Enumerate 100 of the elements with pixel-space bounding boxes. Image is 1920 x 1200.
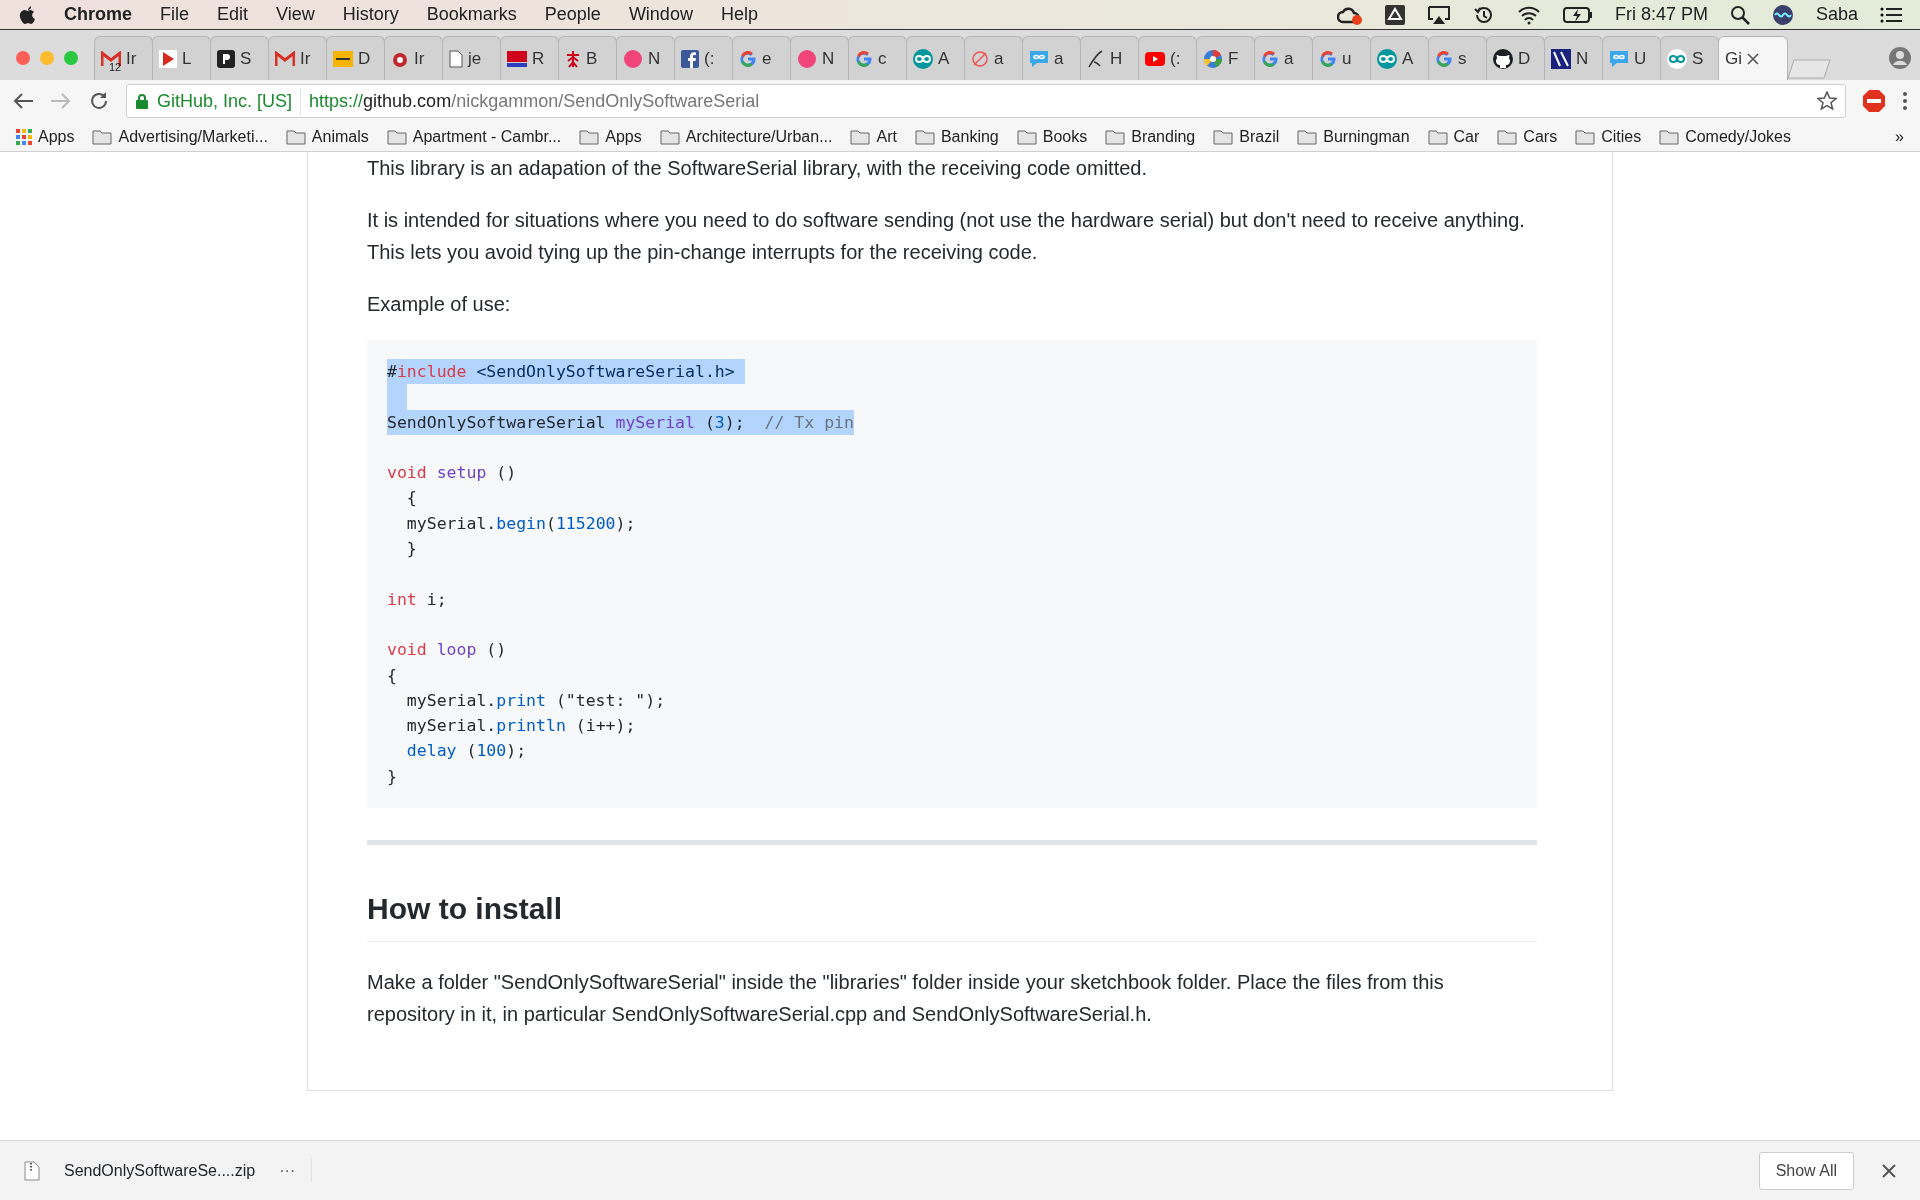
folder-icon[interactable] bbox=[386, 128, 407, 145]
code-line: { bbox=[405, 487, 418, 510]
lock-icon bbox=[135, 93, 149, 109]
star-icon[interactable] bbox=[1817, 91, 1837, 111]
bookmark-item[interactable]: Car bbox=[1453, 124, 1480, 149]
browser-tab[interactable]: U bbox=[1602, 36, 1661, 80]
bookmark-item[interactable]: Branding bbox=[1131, 124, 1196, 149]
download-file-name[interactable]: SendOnlySoftwareSe....zip bbox=[64, 1158, 256, 1183]
folder-icon[interactable] bbox=[92, 128, 113, 145]
menu-item[interactable]: Edit bbox=[217, 1, 249, 28]
bookmark-item[interactable]: Apps bbox=[605, 124, 642, 149]
folder-icon[interactable] bbox=[1016, 128, 1037, 145]
menu-item[interactable]: History bbox=[342, 1, 399, 28]
bookmark-item[interactable]: Banking bbox=[940, 124, 999, 149]
browser-tab[interactable]: L bbox=[152, 36, 211, 80]
folder-icon[interactable] bbox=[1427, 128, 1448, 145]
menu-item[interactable]: File bbox=[160, 1, 190, 28]
list-icon[interactable] bbox=[1880, 5, 1902, 24]
siri-icon[interactable] bbox=[1771, 3, 1794, 26]
browser-tab[interactable]: H bbox=[1080, 36, 1139, 80]
folder-icon[interactable] bbox=[1659, 128, 1680, 145]
bookmark-item[interactable]: Cities bbox=[1601, 124, 1642, 149]
user-name[interactable]: Saba bbox=[1815, 1, 1858, 28]
folder-icon[interactable] bbox=[285, 128, 306, 145]
menu-item[interactable]: Help bbox=[720, 1, 758, 28]
forward-icon[interactable] bbox=[50, 91, 72, 111]
bookmarks-overflow-button[interactable]: » bbox=[1895, 124, 1904, 149]
bookmark-item[interactable]: Advertising/Marketi... bbox=[118, 124, 268, 149]
code-line: } bbox=[405, 538, 418, 561]
drive-icon[interactable] bbox=[1384, 4, 1405, 25]
browser-tab[interactable]: D bbox=[1486, 36, 1545, 80]
bookmark-item[interactable]: Brazil bbox=[1239, 124, 1280, 149]
browser-tab[interactable]: N bbox=[616, 36, 675, 80]
close-icon[interactable] bbox=[1882, 1163, 1896, 1178]
apps-grid-icon[interactable] bbox=[16, 128, 32, 145]
menu-item[interactable]: Window bbox=[628, 1, 693, 28]
browser-tab[interactable]: s bbox=[1428, 36, 1487, 80]
folder-icon[interactable] bbox=[1297, 128, 1318, 145]
bookmark-item[interactable]: Comedy/Jokes bbox=[1685, 124, 1791, 149]
screen-share-icon[interactable] bbox=[1426, 4, 1451, 25]
bookmark-item[interactable]: Apps bbox=[38, 124, 75, 149]
browser-tab[interactable]: A bbox=[906, 36, 965, 80]
download-options-button[interactable]: ··· bbox=[279, 1158, 313, 1183]
browser-tab[interactable]: N bbox=[1544, 36, 1603, 80]
folder-icon[interactable] bbox=[1497, 128, 1518, 145]
apple-icon[interactable] bbox=[18, 4, 36, 25]
folder-icon[interactable] bbox=[659, 128, 680, 145]
zip-file-icon[interactable] bbox=[24, 1160, 40, 1181]
menu-item[interactable]: View bbox=[276, 1, 315, 28]
browser-tab[interactable]: S bbox=[210, 36, 269, 80]
bookmark-item[interactable]: Books bbox=[1042, 124, 1088, 149]
profile-icon[interactable] bbox=[1888, 46, 1912, 70]
more-icon[interactable] bbox=[1902, 91, 1908, 111]
browser-tab[interactable]: Ir bbox=[268, 36, 327, 80]
browser-tab[interactable]: a bbox=[1254, 36, 1313, 80]
close-icon[interactable] bbox=[1747, 52, 1759, 65]
browser-tab[interactable]: e bbox=[732, 36, 791, 80]
ad-block-icon[interactable] bbox=[1862, 89, 1886, 113]
browser-tab[interactable]: B bbox=[558, 36, 617, 80]
browser-tab[interactable]: Ir bbox=[384, 36, 443, 80]
bookmark-item[interactable]: Apartment - Cambr... bbox=[412, 124, 562, 149]
menu-bar-clock[interactable]: Fri 8:47 PM bbox=[1614, 1, 1708, 28]
folder-icon[interactable] bbox=[579, 128, 600, 145]
address-field[interactable]: GitHub, Inc. [US] https://github.com/nickgammon/SendOnlySoftwareSerial bbox=[126, 84, 1846, 118]
browser-tab[interactable]: c bbox=[848, 36, 907, 80]
folder-icon[interactable] bbox=[1575, 128, 1596, 145]
show-all-button[interactable]: Show All bbox=[1758, 1151, 1854, 1190]
folder-icon[interactable] bbox=[850, 128, 871, 145]
browser-tab[interactable]: S bbox=[1660, 36, 1719, 80]
bookmark-item[interactable]: Burningman bbox=[1323, 124, 1410, 149]
browser-tab[interactable]: A bbox=[1370, 36, 1429, 80]
bookmark-item[interactable]: Architecture/Urban... bbox=[685, 124, 833, 149]
bookmark-item[interactable]: Art bbox=[876, 124, 897, 149]
browser-tab[interactable]: u bbox=[1312, 36, 1371, 80]
bookmark-item[interactable]: Animals bbox=[311, 124, 369, 149]
back-icon[interactable] bbox=[12, 91, 34, 111]
browser-tab[interactable]: F bbox=[1196, 36, 1255, 80]
menu-item[interactable]: Bookmarks bbox=[426, 1, 517, 28]
folder-icon[interactable] bbox=[1213, 128, 1234, 145]
browser-tab[interactable]: (: bbox=[1138, 36, 1197, 80]
browser-tab[interactable]: 12 Ir bbox=[94, 36, 153, 80]
reload-icon[interactable] bbox=[88, 90, 110, 112]
bookmark-item[interactable]: Cars bbox=[1523, 124, 1558, 149]
folder-icon[interactable] bbox=[914, 128, 935, 145]
app-menu[interactable]: Chrome bbox=[64, 1, 132, 28]
browser-tab[interactable]: R bbox=[500, 36, 559, 80]
browser-tab[interactable]: D bbox=[326, 36, 385, 80]
battery-icon[interactable] bbox=[1562, 5, 1593, 24]
browser-tab[interactable]: N bbox=[790, 36, 849, 80]
search-icon[interactable] bbox=[1729, 4, 1750, 25]
browser-tab[interactable]: a bbox=[964, 36, 1023, 80]
browser-tab[interactable]: a bbox=[1022, 36, 1081, 80]
browser-tab[interactable]: je bbox=[442, 36, 501, 80]
close-window-button[interactable] bbox=[16, 51, 30, 65]
browser-tab[interactable]: Gi bbox=[1718, 36, 1788, 80]
folder-icon[interactable] bbox=[1105, 128, 1126, 145]
wifi-icon[interactable] bbox=[1516, 4, 1541, 25]
tab-title: a bbox=[994, 47, 1004, 70]
menu-item[interactable]: People bbox=[544, 1, 601, 28]
browser-tab[interactable]: (: bbox=[674, 36, 733, 80]
